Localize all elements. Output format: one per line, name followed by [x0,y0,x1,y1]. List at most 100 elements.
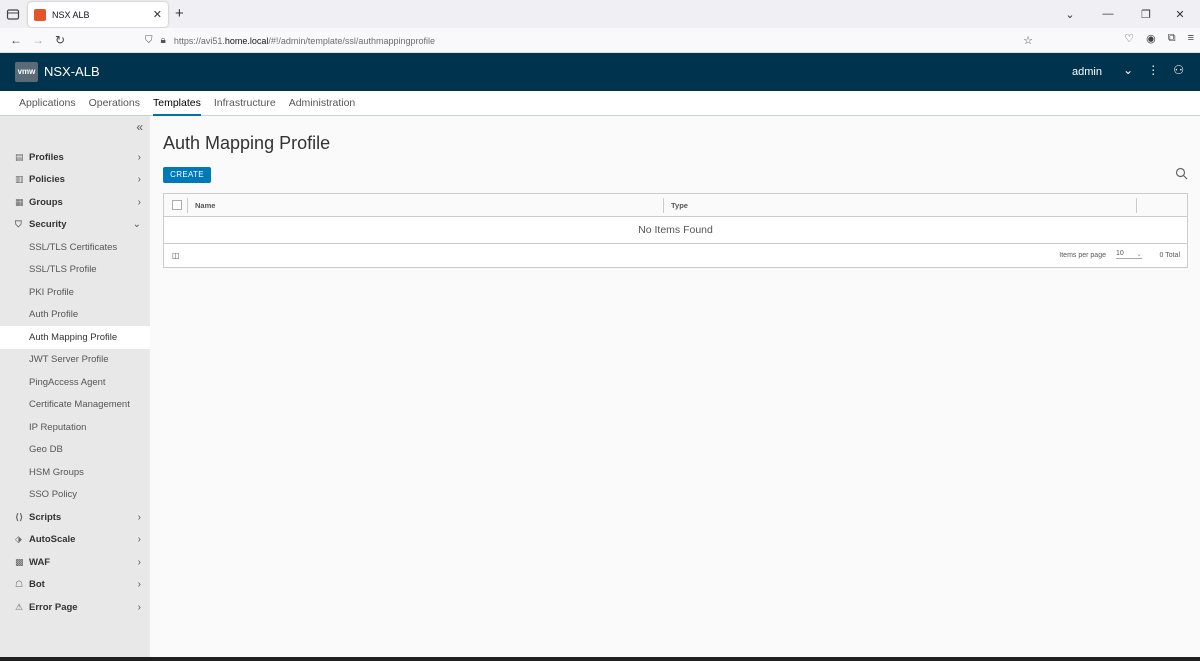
forward-icon[interactable]: → [32,33,44,47]
chevron-right-icon: › [137,511,141,523]
grid-header: Name Type [164,194,1187,217]
empty-placeholder: No Items Found [164,217,1187,244]
more-vertical-icon[interactable]: ⋮ [1147,63,1159,77]
new-tab-icon[interactable]: + [175,5,184,22]
reload-icon[interactable]: ↻ [55,33,65,47]
browser-toolbar-right: ♡ ◉ ⧉ ≡ [1124,32,1194,45]
create-button[interactable]: CREATE [163,167,211,183]
sidebar-group-profiles[interactable]: ▤ Profiles › [0,146,150,169]
browser-tab-bar: NSX ALB ✕ + ⌄ — ❐ ✕ [0,0,1200,28]
items-per-page-label: Items per page [1059,252,1106,259]
menu-icon[interactable]: ≡ [1188,32,1194,45]
column-separator[interactable] [1136,198,1137,213]
sidebar-item-jwt-server-profile[interactable]: JWT Server Profile [0,349,150,372]
browser-tab[interactable]: NSX ALB ✕ [28,2,168,27]
tab-administration[interactable]: Administration [289,91,356,116]
sidebar-group-waf[interactable]: ▩ WAF › [0,551,150,574]
groups-icon: ▦ [15,196,24,207]
column-header-name[interactable]: Name [195,201,215,210]
sidebar-item-pingaccess-agent[interactable]: PingAccess Agent [0,371,150,394]
sidebar-item-auth-mapping-profile[interactable]: Auth Mapping Profile [0,326,150,349]
extensions-icon[interactable]: ⧉ [1168,32,1176,45]
pocket-icon[interactable]: ♡ [1124,32,1134,45]
sidebar-item-ip-reputation[interactable]: IP Reputation [0,416,150,439]
tab-list-icon[interactable] [6,7,20,21]
tab-infrastructure[interactable]: Infrastructure [214,91,276,116]
sidebar-group-label: Error Page [29,601,78,613]
sidebar-group-label: Bot [29,579,45,591]
chevron-right-icon: › [137,174,141,186]
restore-icon[interactable]: ❐ [1132,8,1160,21]
column-toggle-icon[interactable]: ◫ [172,251,180,260]
sidebar-item-ssl-tls-profile[interactable]: SSL/TLS Profile [0,259,150,282]
sidebar-item-certificate-management[interactable]: Certificate Management [0,394,150,417]
chevron-right-icon: › [137,601,141,613]
chevron-down-icon[interactable]: ⌄ [1123,63,1133,77]
column-header-type[interactable]: Type [671,201,688,210]
chevron-right-icon: › [137,579,141,591]
account-icon[interactable]: ◉ [1146,32,1156,45]
user-icon[interactable]: ⚇ [1173,63,1184,77]
sidebar-group-policies[interactable]: ▥ Policies › [0,169,150,192]
tab-templates[interactable]: Templates [153,91,201,116]
search-icon[interactable] [1175,167,1188,183]
sidebar-group-security[interactable]: ⛉ Security ⌄ [0,214,150,237]
sidebar-item-sso-policy[interactable]: SSO Policy [0,484,150,507]
sidebar-group-label: Profiles [29,151,64,163]
header-icons: ⌄ ⋮ ⚇ [1123,63,1184,77]
data-grid: Name Type No Items Found ◫ Items per pag… [163,193,1188,268]
policy-icon: ▥ [15,174,24,185]
minimize-icon[interactable]: — [1084,8,1132,20]
column-separator [187,198,188,213]
waf-icon: ▩ [15,556,24,567]
app-title: NSX-ALB [44,64,100,79]
lock-icon[interactable]: 🔒︎ [161,35,166,46]
chevron-right-icon: › [137,556,141,568]
chevron-right-icon: › [137,151,141,163]
total-count: 0 Total [1159,252,1181,259]
sidebar-group-scripts[interactable]: ⟨⟩ Scripts › [0,506,150,529]
sidebar-item-pki-profile[interactable]: PKI Profile [0,281,150,304]
sidebar-group-bot[interactable]: ☖ Bot › [0,574,150,597]
tab-applications[interactable]: Applications [19,91,76,116]
sidebar-group-label: Policies [29,174,65,186]
main-tabs: Applications Operations Templates Infras… [0,91,1200,116]
close-window-icon[interactable]: ✕ [1160,8,1200,21]
column-separator[interactable] [663,198,664,213]
sidebar-group-label: Security [29,219,67,231]
autoscale-icon: ⬗ [15,534,22,545]
sidebar-group-label: Groups [29,196,63,208]
tab-overflow-icon[interactable]: ⌄ [1056,8,1084,21]
items-per-page-select[interactable]: 10 ⌄ [1116,250,1142,259]
tab-operations[interactable]: Operations [89,91,140,116]
sidebar-item-auth-profile[interactable]: Auth Profile [0,304,150,327]
sidebar-group-error-page[interactable]: ⚠ Error Page › [0,596,150,619]
sidebar-item-ssl-tls-certificates[interactable]: SSL/TLS Certificates [0,236,150,259]
close-tab-icon[interactable]: ✕ [153,8,162,21]
tracking-shield-icon[interactable]: ⛉ [145,35,153,46]
address-bar[interactable]: ⛉ 🔒︎ https://avi51.home.local/#!/admin/t… [145,31,1045,50]
sidebar-group-label: Scripts [29,511,62,523]
browser-nav-bar: ← → ↻ ⛉ 🔒︎ https://avi51.home.local/#!/a… [0,28,1200,53]
user-menu[interactable]: admin [1072,66,1102,78]
bookmark-star-icon[interactable]: ☆ [1023,34,1033,47]
profile-icon: ▤ [15,151,24,162]
vmware-logo: vmw [15,62,38,82]
back-icon[interactable]: ← [10,33,22,47]
sidebar-item-geo-db[interactable]: Geo DB [0,439,150,462]
page-title: Auth Mapping Profile [163,133,331,153]
sidebar-group-autoscale[interactable]: ⬗ AutoScale › [0,529,150,552]
sidebar-group-label: AutoScale [29,534,76,546]
sidebar-group-groups[interactable]: ▦ Groups › [0,191,150,214]
main-content: Auth Mapping Profile CREATE Name Type No… [150,116,1200,657]
grid-footer: ◫ Items per page 10 ⌄ 0 Total [164,244,1187,267]
window-controls: ⌄ — ❐ ✕ [1056,0,1200,28]
sidebar-item-hsm-groups[interactable]: HSM Groups [0,461,150,484]
bot-icon: ☖ [15,579,24,590]
os-taskbar [0,657,1200,661]
chevron-right-icon: › [137,196,141,208]
warning-icon: ⚠ [15,601,24,612]
collapse-sidebar-icon[interactable]: « [136,120,143,134]
sidebar-group-label: WAF [29,556,51,568]
select-all-checkbox[interactable] [172,200,182,210]
